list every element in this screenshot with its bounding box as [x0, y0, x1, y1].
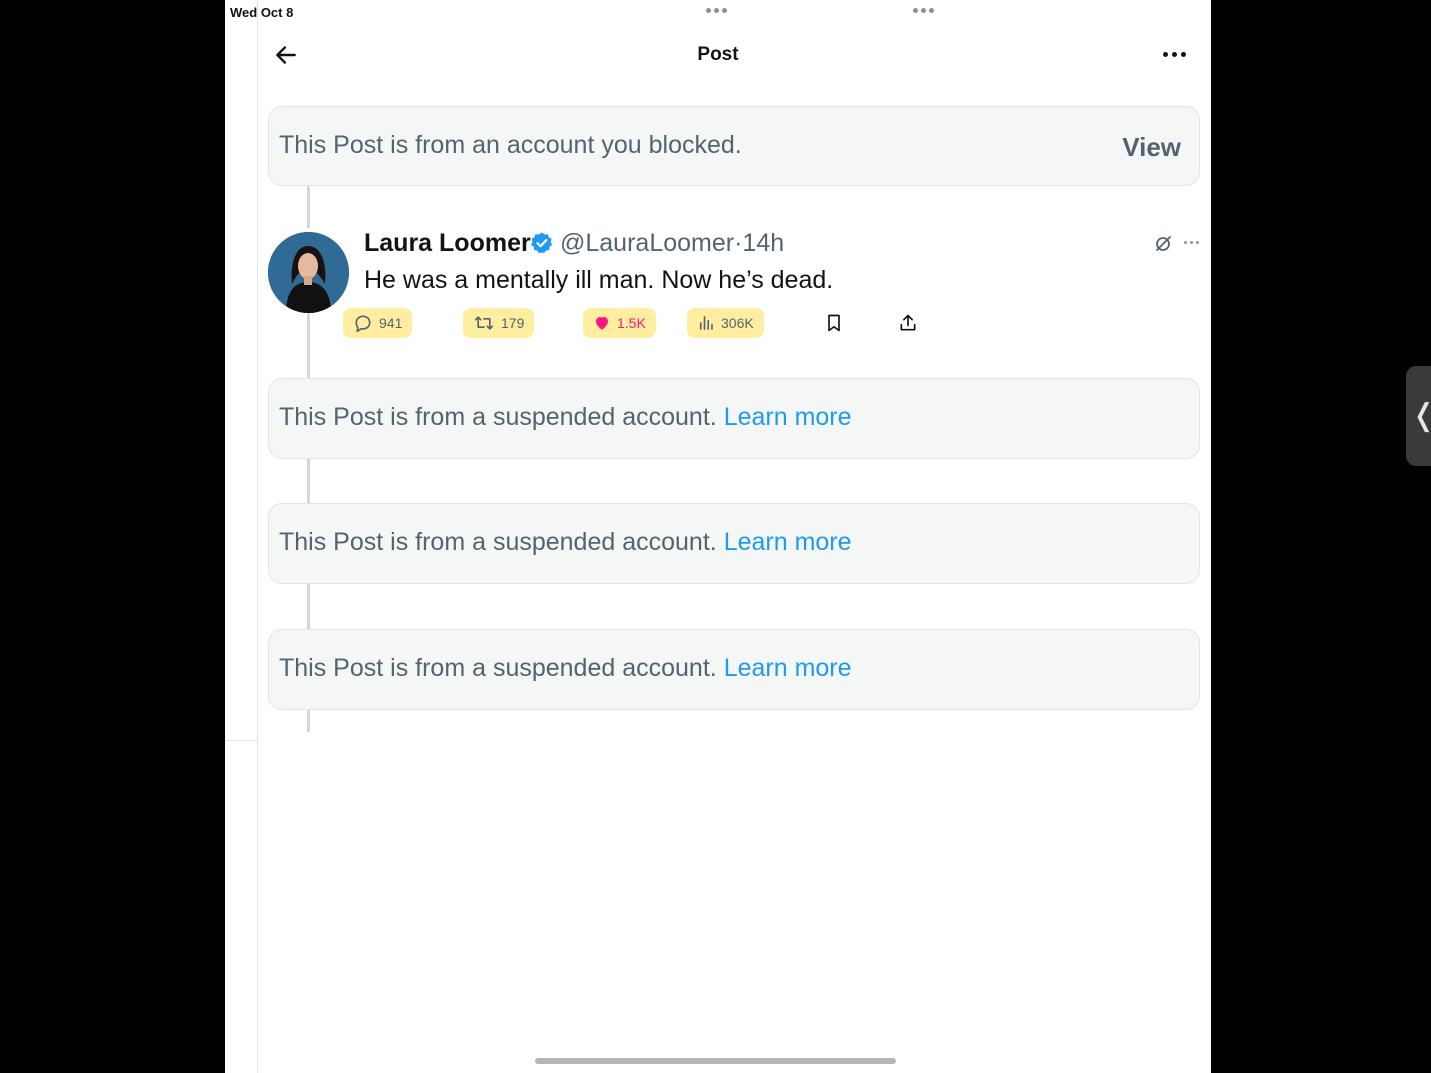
multitasking-dots-icon[interactable] — [706, 8, 727, 13]
verified-badge-icon — [531, 232, 553, 254]
bookmark-button[interactable] — [824, 308, 844, 338]
tweet-text: He was a mentally ill man. Now he’s dead… — [364, 266, 834, 294]
repost-button[interactable]: 179 — [463, 308, 535, 338]
page-title: Post — [697, 44, 739, 65]
share-icon — [900, 314, 916, 331]
learn-more-link[interactable]: Learn more — [724, 654, 852, 682]
sidebar-strip — [225, 0, 258, 740]
suspended-notice-text: This Post is from a suspended account. — [279, 528, 717, 556]
repost-icon — [474, 316, 494, 330]
thread-line — [307, 186, 310, 228]
suspended-notice-message: This Post is from a suspended account. L… — [279, 654, 852, 683]
avatar[interactable] — [268, 232, 349, 313]
bookmark-icon — [828, 314, 840, 332]
status-date: Wed Oct 8 — [230, 5, 294, 20]
view-button[interactable]: View — [1122, 132, 1181, 163]
suspended-notice-text: This Post is from a suspended account. — [279, 654, 717, 682]
author-name[interactable]: Laura Loomer — [364, 229, 531, 258]
tweet-more-icon[interactable] — [1184, 241, 1199, 244]
views-chart-icon — [699, 316, 713, 330]
suspended-post-notice: This Post is from a suspended account. L… — [268, 629, 1200, 710]
thread-line — [307, 708, 310, 732]
post-time[interactable]: 14h — [742, 229, 784, 257]
suspended-notice-message: This Post is from a suspended account. L… — [279, 528, 852, 557]
repost-count: 179 — [501, 315, 525, 331]
reply-count: 941 — [379, 315, 403, 331]
sidebar-strip-lower — [225, 740, 258, 1073]
grok-icon[interactable] — [1154, 235, 1172, 253]
learn-more-link[interactable]: Learn more — [724, 528, 852, 556]
more-options-icon[interactable] — [1163, 52, 1186, 57]
like-button[interactable]: 1.5K — [583, 308, 656, 338]
like-count: 1.5K — [617, 315, 646, 331]
heart-icon — [596, 317, 608, 330]
thread-line — [307, 313, 310, 379]
suspended-notice-text: This Post is from a suspended account. — [279, 403, 717, 431]
app-screen: Wed Oct 8 Post This Post is from an acco… — [225, 0, 1211, 1073]
avatar-image — [268, 232, 349, 313]
author-handle[interactable]: @LauraLoomer — [560, 229, 734, 257]
author-meta: @LauraLoomer·14h — [560, 229, 784, 258]
reply-icon — [355, 315, 371, 333]
views-count: 306K — [721, 315, 754, 331]
share-button[interactable] — [898, 308, 918, 338]
home-indicator[interactable] — [535, 1058, 896, 1064]
thread-line — [307, 458, 310, 504]
suspended-post-notice: This Post is from a suspended account. L… — [268, 503, 1200, 584]
sidebar-handle-chevron-icon[interactable]: ❬ — [1411, 398, 1431, 433]
suspended-notice-message: This Post is from a suspended account. L… — [279, 403, 852, 432]
blocked-notice-text: This Post is from an account you blocked… — [279, 131, 742, 159]
window-dots-icon[interactable] — [913, 8, 934, 13]
learn-more-link[interactable]: Learn more — [724, 403, 852, 431]
suspended-post-notice: This Post is from a suspended account. L… — [268, 378, 1200, 459]
blocked-post-notice: This Post is from an account you blocked… — [268, 106, 1200, 186]
thread-line — [307, 583, 310, 630]
reply-button[interactable]: 941 — [343, 308, 413, 338]
views-button[interactable]: 306K — [687, 308, 764, 338]
